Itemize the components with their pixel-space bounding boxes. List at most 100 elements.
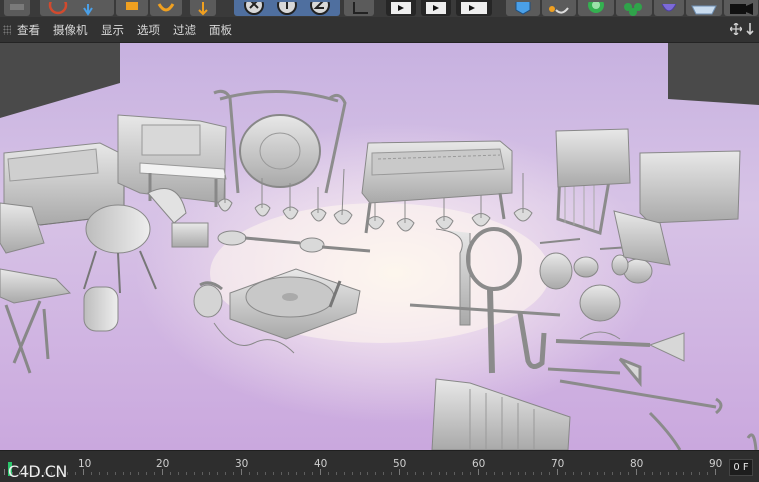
timeline-ruler[interactable]: C4D.CN 10 20 30 40 50 60 70 80 90 0 F <box>0 450 759 482</box>
viewport-menu-bar: 查看 摄像机 显示 选项 过滤 面板 <box>0 17 759 43</box>
tick-label-10: 10 <box>78 458 92 470</box>
camera-icon[interactable] <box>724 0 758 16</box>
cloner-icon[interactable] <box>616 0 652 16</box>
pen-icon[interactable] <box>542 0 576 16</box>
menu-options[interactable]: 选项 <box>137 23 160 37</box>
ruler-tick <box>525 472 527 475</box>
ruler-tick <box>98 472 100 475</box>
menu-camera[interactable]: 摄像机 <box>53 23 88 37</box>
ruler-tick <box>406 472 408 475</box>
menu-filter[interactable]: 过滤 <box>173 23 196 37</box>
saxophone <box>517 312 547 369</box>
deformer-icon[interactable] <box>654 0 684 16</box>
zoom-view-icon[interactable] <box>745 23 755 35</box>
ruler-tick <box>209 472 211 475</box>
ruler-tick <box>114 472 116 475</box>
ruler-tick <box>651 472 653 475</box>
ruler-tick <box>636 469 637 475</box>
ruler-tick <box>699 472 701 475</box>
ruler-tick <box>715 469 716 475</box>
ruler-tick <box>596 472 598 475</box>
ruler-tick <box>351 472 353 475</box>
ruler-tick <box>533 472 535 475</box>
ruler-tick <box>612 472 614 475</box>
move-icon[interactable] <box>4 0 30 16</box>
drag-grip-icon[interactable] <box>3 25 11 35</box>
cube-icon[interactable] <box>506 0 540 16</box>
render-view-icon[interactable] <box>386 0 416 16</box>
ruler-tick <box>446 472 448 475</box>
conga-drum <box>83 286 119 332</box>
menu-view[interactable]: 查看 <box>17 23 40 37</box>
frame-ruler[interactable]: C4D.CN 10 20 30 40 50 60 70 80 90 <box>4 456 726 481</box>
ruler-tick <box>280 472 282 475</box>
undo-icon[interactable] <box>150 0 182 16</box>
ruler-tick <box>83 469 84 475</box>
ruler-tick <box>454 472 456 475</box>
rotate-icon[interactable] <box>116 0 148 16</box>
menu-panel[interactable]: 面板 <box>209 23 232 37</box>
ruler-tick <box>643 472 645 475</box>
ruler-tick <box>264 472 266 475</box>
ruler-tick <box>225 472 227 475</box>
ruler-tick <box>557 469 558 475</box>
viewport[interactable] <box>0 43 759 450</box>
ruler-tick <box>304 472 306 475</box>
current-frame-field[interactable]: 0 F <box>729 459 753 476</box>
viewport-nav-icons <box>730 23 755 35</box>
menu-display[interactable]: 显示 <box>101 23 124 37</box>
ruler-tick <box>327 472 329 475</box>
ruler-tick <box>59 472 61 475</box>
ruler-tick <box>122 472 124 475</box>
ruler-tick <box>27 472 29 475</box>
render-settings-icon[interactable] <box>456 0 492 16</box>
keyboard-left <box>0 202 72 374</box>
ruler-tick <box>470 472 472 475</box>
ruler-tick <box>35 472 37 475</box>
ruler-tick <box>130 472 132 475</box>
ruler-tick <box>549 472 551 475</box>
ruler-tick <box>106 472 108 475</box>
trumpet <box>555 331 685 362</box>
ruler-tick <box>256 472 258 475</box>
ruler-tick <box>312 472 314 475</box>
ruler-tick <box>485 472 487 475</box>
ruler-tick <box>478 469 479 475</box>
ruler-tick <box>154 472 156 475</box>
ruler-tick <box>541 472 543 475</box>
ruler-tick <box>335 472 337 475</box>
cymbal-stand <box>648 411 758 450</box>
ruler-tick <box>146 472 148 475</box>
ruler-tick <box>620 472 622 475</box>
ruler-tick <box>272 472 274 475</box>
render-picture-icon[interactable] <box>421 0 451 16</box>
coordinate-icon[interactable] <box>344 0 374 16</box>
ruler-tick <box>67 472 69 475</box>
gong-stand <box>213 89 347 194</box>
ruler-tick <box>177 472 179 475</box>
ruler-tick <box>169 472 171 475</box>
ruler-tick <box>422 472 424 475</box>
floor-icon[interactable] <box>686 0 722 16</box>
scene-render <box>0 43 759 450</box>
ruler-tick <box>201 472 203 475</box>
subdivision-icon[interactable] <box>578 0 614 16</box>
ruler-tick <box>493 472 495 475</box>
ruler-tick <box>707 472 709 475</box>
ruler-tick <box>241 469 242 475</box>
ruler-tick <box>588 472 590 475</box>
ruler-tick <box>217 472 219 475</box>
ruler-tick <box>90 472 92 475</box>
y-arrow-icon[interactable] <box>190 0 216 16</box>
ruler-tick <box>501 472 503 475</box>
ruler-tick <box>509 472 511 475</box>
watermark-text: C4D.CN <box>8 462 67 481</box>
ruler-tick <box>296 472 298 475</box>
ruler-tick <box>11 472 13 475</box>
ruler-tick <box>683 472 685 475</box>
ruler-tick <box>604 472 606 475</box>
axis-lock-group <box>234 0 340 16</box>
ruler-tick <box>4 469 5 475</box>
move-arrow-icon <box>83 4 93 16</box>
move-view-icon[interactable] <box>730 23 742 35</box>
